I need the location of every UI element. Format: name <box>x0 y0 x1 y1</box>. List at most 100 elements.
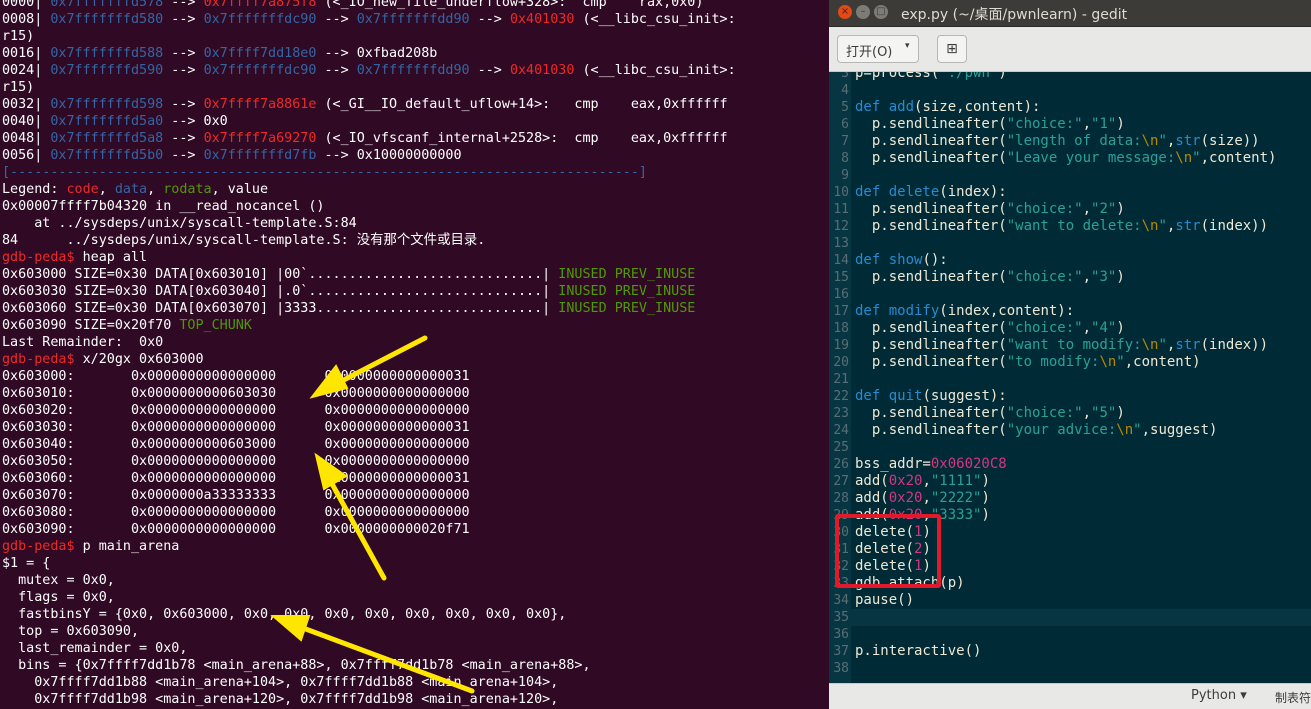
terminal-text: gdb-peda$ <box>2 539 83 554</box>
code-token: " <box>1192 150 1201 166</box>
code-token: "4" <box>1091 320 1117 336</box>
terminal-text: at ../sysdeps/unix/syscall-template.S:84 <box>2 216 357 231</box>
code-line[interactable]: 22 def quit(suggest): <box>829 388 1311 405</box>
code-token: \n <box>1099 354 1117 370</box>
open-button[interactable]: 打开(O) ▾ <box>837 35 919 63</box>
line-number: 37 <box>833 644 849 659</box>
terminal-text: r15) <box>2 80 35 95</box>
code-line[interactable]: 9 <box>829 167 1311 184</box>
code-line[interactable]: 35 <box>829 609 1311 626</box>
terminal-text: (<__libc_csu_init>: <box>574 63 736 78</box>
terminal-window[interactable]: 0000| 0x7fffffffd578 --> 0x7ffff7a875f8 … <box>0 0 829 709</box>
line-number: 11 <box>833 202 849 217</box>
code-line[interactable]: 8 p.sendlineafter("Leave your message:\n… <box>829 150 1311 167</box>
code-line[interactable]: 36 <box>829 626 1311 643</box>
terminal-text: INUSED PREV_INUSE <box>558 284 696 299</box>
terminal-text: (<_GI__IO_default_uflow+14>: cmp eax,0xf… <box>316 97 728 112</box>
terminal-line: 0x7ffff7dd1b98 <main_arena+120>, 0x7ffff… <box>2 691 558 708</box>
code-line[interactable]: 19 p.sendlineafter("want to modify:\n",s… <box>829 337 1311 354</box>
code-token: p.sendlineafter( <box>855 405 1007 421</box>
code-line[interactable]: 18 p.sendlineafter("choice:","4") <box>829 320 1311 337</box>
line-number: 14 <box>833 253 849 268</box>
code-token: "to modify: <box>1006 354 1100 370</box>
terminal-text: [---------------------------------------… <box>2 165 647 180</box>
line-number: 16 <box>833 287 849 302</box>
code-editor[interactable]: 3 p=process('./pwn') 4 5 def add(size,conten… <box>829 72 1311 683</box>
code-line[interactable]: 34 pause() <box>829 592 1311 609</box>
line-number: 22 <box>833 389 849 404</box>
terminal-text: --> 0x10000000000 <box>316 148 462 163</box>
code-line[interactable]: 3 p=process('./pwn') <box>829 72 1311 82</box>
minimize-icon[interactable]: – <box>856 5 870 19</box>
terminal-text: (<_IO_vfscanf_internal+2528>: cmp eax,0x… <box>316 131 728 146</box>
terminal-line: Legend: code, data, rodata, value <box>2 181 268 198</box>
code-token: \n <box>1141 218 1159 234</box>
code-token: , <box>922 473 931 489</box>
code-line[interactable]: 13 <box>829 235 1311 252</box>
terminal-text: gdb-peda$ <box>2 250 83 265</box>
terminal-text: --> <box>163 97 204 112</box>
code-line[interactable]: 6 p.sendlineafter("choice:","1") <box>829 116 1311 133</box>
terminal-text: 0016| <box>2 46 51 61</box>
terminal-text: 0x603020: 0x0000000000000000 0x000000000… <box>2 403 470 418</box>
terminal-text: 0x603050: 0x0000000000000000 0x000000000… <box>2 454 470 469</box>
code-line[interactable]: 17 def modify(index,content): <box>829 303 1311 320</box>
close-icon[interactable]: × <box>838 5 852 19</box>
code-token: def <box>855 252 889 268</box>
code-token: bss_addr= <box>855 456 931 472</box>
code-line[interactable]: 12 p.sendlineafter("want to delete:\n",s… <box>829 218 1311 235</box>
terminal-text: 0x7fffffffdc90 <box>203 63 317 78</box>
code-token: " <box>1158 133 1167 149</box>
terminal-text: --> <box>316 12 357 27</box>
code-line[interactable]: 11 p.sendlineafter("choice:","2") <box>829 201 1311 218</box>
code-line[interactable]: 4 <box>829 82 1311 99</box>
code-token: delete <box>888 184 940 200</box>
highlight-box <box>835 514 941 588</box>
terminal-text: 0x7ffff7dd1b98 <main_arena+120>, 0x7ffff… <box>2 692 559 707</box>
code-line[interactable]: 15 p.sendlineafter("choice:","3") <box>829 269 1311 286</box>
code-token: ,content) <box>1124 354 1201 370</box>
code-line[interactable]: 10 def delete(index): <box>829 184 1311 201</box>
code-token: , <box>1082 269 1092 285</box>
terminal-line: 0x603030: 0x0000000000000000 0x000000000… <box>2 419 470 436</box>
terminal-text: r15) <box>2 29 35 44</box>
code-line[interactable]: 24 p.sendlineafter("your advice:\n",sugg… <box>829 422 1311 439</box>
terminal-text: heap all <box>82 250 148 265</box>
terminal-line: 0056| 0x7fffffffd5b0 --> 0x7fffffffd7fb … <box>2 147 462 164</box>
code-token: "want to delete: <box>1006 218 1142 234</box>
maximize-icon[interactable]: □ <box>874 5 888 19</box>
code-token: "want to modify: <box>1006 337 1142 353</box>
terminal-text: --> <box>163 148 204 163</box>
code-line[interactable]: 28 add(0x20,"2222") <box>829 490 1311 507</box>
line-number: 34 <box>833 593 849 608</box>
terminal-text: top = 0x603090, <box>2 624 140 639</box>
code-line[interactable]: 37 p.interactive() <box>829 643 1311 660</box>
code-line[interactable]: 5 def add(size,content): <box>829 99 1311 116</box>
code-token: def <box>855 303 889 319</box>
code-token: " <box>1116 354 1125 370</box>
code-line[interactable]: 26 bss_addr=0x06020C8 <box>829 456 1311 473</box>
terminal-text: , <box>147 182 164 197</box>
code-token: ) <box>1116 201 1125 217</box>
code-line[interactable]: 23 p.sendlineafter("choice:","5") <box>829 405 1311 422</box>
terminal-text: code <box>66 182 99 197</box>
code-line[interactable]: 14 def show(): <box>829 252 1311 269</box>
tab-width-selector[interactable]: 制表符 <box>1275 689 1311 706</box>
code-line[interactable]: 21 <box>829 371 1311 388</box>
language-selector[interactable]: Python ▾ <box>1191 688 1247 703</box>
new-tab-button[interactable]: ⊞ <box>937 35 967 63</box>
code-line[interactable]: 16 <box>829 286 1311 303</box>
code-line[interactable]: 38 <box>829 660 1311 677</box>
code-line[interactable]: 7 p.sendlineafter("length of data:\n",st… <box>829 133 1311 150</box>
code-text: p.interactive() <box>855 643 981 660</box>
code-token: , <box>1082 320 1092 336</box>
terminal-text: 0x603000 SIZE=0x30 DATA[0x603010] |00`..… <box>2 267 559 282</box>
code-line[interactable]: 25 <box>829 439 1311 456</box>
code-token: ) <box>1116 269 1125 285</box>
code-token: , <box>922 490 931 506</box>
code-text: def delete(index): <box>855 184 1007 201</box>
code-token: (size)) <box>1200 133 1260 149</box>
code-line[interactable]: 27 add(0x20,"1111") <box>829 473 1311 490</box>
code-line[interactable]: 20 p.sendlineafter("to modify:\n",conten… <box>829 354 1311 371</box>
terminal-text: INUSED PREV_INUSE <box>558 301 696 316</box>
